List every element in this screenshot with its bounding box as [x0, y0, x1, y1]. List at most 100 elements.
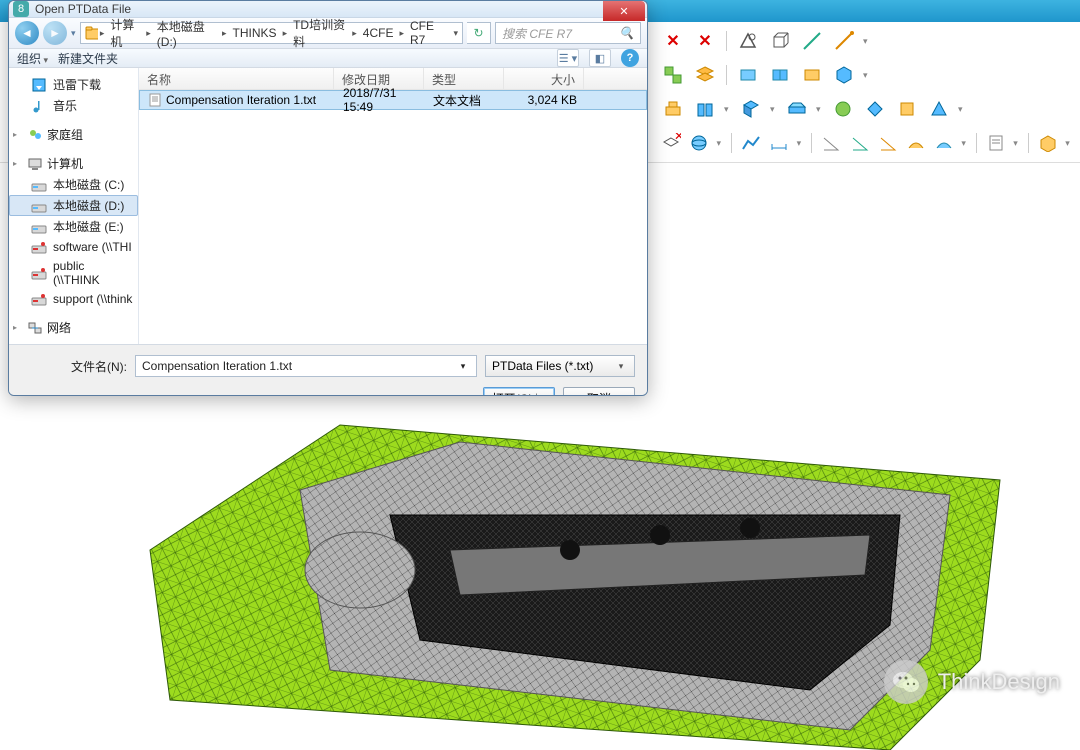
column-type[interactable]: 类型 [424, 68, 504, 89]
drive-icon [31, 198, 47, 214]
wechat-icon [884, 660, 928, 704]
delete-layer-icon[interactable]: ✕ [660, 130, 682, 156]
delete-icon[interactable]: ✕ [692, 28, 718, 54]
cube-icon[interactable] [767, 28, 793, 54]
file-row[interactable]: Compensation Iteration 1.txt2018/7/31 15… [139, 90, 647, 110]
group-icon[interactable] [660, 62, 686, 88]
folder-icon [85, 25, 98, 41]
tree-group-head[interactable]: ▸网络 [9, 317, 138, 338]
angle-icon[interactable] [820, 130, 842, 156]
3d-icon[interactable] [1037, 130, 1059, 156]
tool-icon[interactable] [862, 96, 888, 122]
delete-icon[interactable]: ✕ [660, 28, 686, 54]
dialog-titlebar[interactable]: 8 Open PTData File ✕ [9, 1, 647, 18]
dropdown-icon[interactable]: ▾ [863, 70, 871, 81]
dropdown-icon[interactable]: ▾ [863, 36, 871, 47]
tree-drive-item[interactable]: support (\\think [9, 289, 138, 309]
tree-drive-item[interactable]: software (\\THI [9, 237, 138, 257]
tree-item[interactable]: 音乐 [9, 95, 138, 116]
filename-input[interactable]: Compensation Iteration 1.txt ▾ [135, 355, 477, 377]
surface-icon[interactable] [905, 130, 927, 156]
tool-icon[interactable] [926, 96, 952, 122]
column-size[interactable]: 大小 [504, 68, 584, 89]
back-button[interactable]: ◄ [15, 21, 39, 45]
dropdown-icon[interactable]: ▾ [958, 104, 966, 115]
dropdown-icon[interactable]: ▾ [961, 138, 968, 149]
tree-drive-item[interactable]: 本地磁盘 (C:) [9, 174, 138, 195]
chevron-right-icon[interactable]: ▸ [283, 28, 288, 39]
open-button[interactable]: 打开(O) ▏▾ [483, 387, 555, 396]
angle-icon[interactable] [877, 130, 899, 156]
filetype-filter[interactable]: PTData Files (*.txt) ▾ [485, 355, 635, 377]
cancel-button[interactable]: 取消 [563, 387, 635, 396]
dropdown-icon[interactable]: ▾ [1065, 138, 1072, 149]
tree-item[interactable]: 迅雷下载 [9, 74, 138, 95]
dropdown-icon[interactable]: ▾ [770, 104, 778, 115]
dim-icon[interactable] [768, 130, 790, 156]
angle-icon[interactable] [849, 130, 871, 156]
organize-menu[interactable]: 组织 [17, 50, 48, 67]
chevron-right-icon[interactable]: ▸ [100, 28, 105, 39]
tool-icon[interactable] [660, 96, 686, 122]
dialog-footer: 文件名(N): Compensation Iteration 1.txt ▾ P… [9, 344, 647, 396]
tree-drive-item[interactable]: 本地磁盘 (E:) [9, 216, 138, 237]
chevron-right-icon[interactable]: ▸ [399, 28, 404, 39]
tool-icon[interactable] [784, 96, 810, 122]
list-rows[interactable]: Compensation Iteration 1.txt2018/7/31 15… [139, 90, 647, 344]
dropdown-icon[interactable]: ▾ [716, 138, 723, 149]
column-name[interactable]: 名称 [139, 68, 334, 89]
breadcrumb-segment[interactable]: TD培训资料 [289, 16, 350, 50]
network-icon [27, 320, 43, 336]
chevron-down-icon[interactable]: ▾ [456, 361, 470, 372]
shape-icon[interactable] [735, 28, 761, 54]
tool-icon[interactable] [830, 96, 856, 122]
chart-icon[interactable] [740, 130, 762, 156]
chevron-right-icon[interactable]: ▸ [222, 28, 227, 39]
refresh-button[interactable]: ↻ [467, 22, 491, 44]
line-point-icon[interactable] [831, 28, 857, 54]
breadcrumb-segment[interactable]: CFE R7 [406, 19, 449, 47]
tool-icon[interactable] [738, 96, 764, 122]
forward-button[interactable]: ► [43, 21, 67, 45]
search-input[interactable]: 搜索 CFE R7 🔍 [495, 22, 641, 44]
tool-icon[interactable] [692, 96, 718, 122]
chevron-right-icon[interactable]: ▸ [146, 28, 151, 39]
breadcrumb[interactable]: ▸ 计算机 ▸ 本地磁盘 (D:) ▸ THINKS ▸ TD培训资料 ▸ 4C… [80, 22, 463, 44]
dropdown-icon[interactable]: ▾ [797, 138, 804, 149]
tree-drive-item[interactable]: 本地磁盘 (D:) [9, 195, 138, 216]
doc-icon[interactable] [985, 130, 1007, 156]
tree-group-head[interactable]: ▸家庭组 [9, 124, 138, 145]
search-icon: 🔍 [619, 26, 634, 40]
tool-icon[interactable] [894, 96, 920, 122]
surface-icon[interactable] [933, 130, 955, 156]
dropdown-icon[interactable]: ▾ [1013, 138, 1020, 149]
text-file-icon [148, 93, 162, 107]
globe-icon[interactable] [688, 130, 710, 156]
block-gold-icon[interactable] [799, 62, 825, 88]
layers-icon[interactable] [692, 62, 718, 88]
block-icon[interactable] [735, 62, 761, 88]
navigation-tree[interactable]: 迅雷下载 音乐 ▸家庭组 ▸计算机 本地磁盘 (C:)本地磁盘 (D:)本地磁盘… [9, 68, 139, 344]
drive-icon [31, 219, 47, 235]
tree-group-head[interactable]: ▸计算机 [9, 153, 138, 174]
cube3d-icon[interactable] [831, 62, 857, 88]
breadcrumb-segment[interactable]: THINKS [229, 26, 281, 40]
tree-label: software (\\THI [53, 240, 132, 254]
view-options-button[interactable]: ☰ ▾ [557, 49, 579, 67]
help-button[interactable]: ? [621, 49, 639, 67]
breadcrumb-segment[interactable]: 计算机 [106, 16, 144, 50]
new-folder-button[interactable]: 新建文件夹 [58, 50, 118, 67]
block-icon[interactable] [767, 62, 793, 88]
breadcrumb-segment[interactable]: 4CFE [359, 26, 398, 40]
history-dropdown-icon[interactable]: ▾ [71, 28, 76, 39]
dropdown-icon[interactable]: ▾ [816, 104, 824, 115]
close-button[interactable]: ✕ [603, 1, 645, 21]
tree-label: 迅雷下载 [53, 76, 101, 93]
tree-drive-item[interactable]: public (\\THINK [9, 257, 138, 289]
line-icon[interactable] [799, 28, 825, 54]
breadcrumb-segment[interactable]: 本地磁盘 (D:) [153, 18, 220, 49]
chevron-down-icon[interactable]: ▾ [453, 28, 458, 39]
chevron-right-icon[interactable]: ▸ [352, 28, 357, 39]
preview-pane-button[interactable]: ◧ [589, 49, 611, 67]
dropdown-icon[interactable]: ▾ [724, 104, 732, 115]
